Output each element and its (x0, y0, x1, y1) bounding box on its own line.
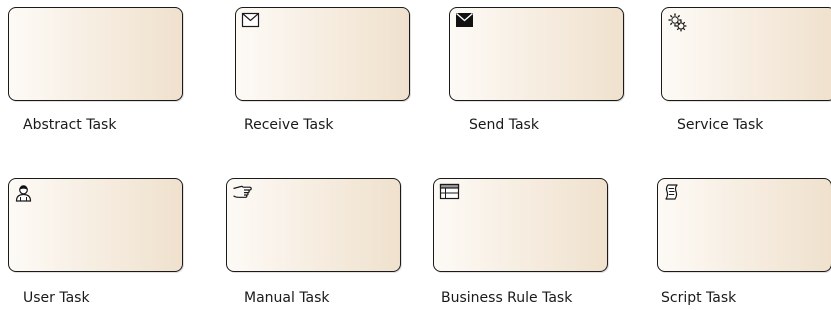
business-rule-task-shape[interactable] (433, 178, 608, 272)
hand-icon (232, 183, 252, 201)
envelope-filled-icon (455, 12, 475, 30)
script-task-shape[interactable] (657, 178, 831, 272)
script-task-label: Script Task (661, 290, 737, 306)
table-icon (439, 183, 460, 201)
abstract-task-label: Abstract Task (23, 117, 117, 133)
envelope-outline-icon (241, 12, 261, 30)
manual-task-shape[interactable] (226, 178, 401, 272)
gears-icon (667, 12, 687, 32)
manual-task-label: Manual Task (244, 290, 330, 306)
service-task-label: Service Task (677, 117, 764, 133)
business-rule-task-label: Business Rule Task (441, 290, 573, 306)
scroll-icon (663, 183, 683, 201)
receive-task-shape[interactable] (235, 7, 410, 101)
user-task-label: User Task (23, 290, 90, 306)
service-task-shape[interactable] (661, 7, 831, 101)
user-icon (14, 183, 34, 202)
user-task-shape[interactable] (8, 178, 183, 272)
send-task-label: Send Task (469, 117, 539, 133)
abstract-task-shape[interactable] (8, 7, 183, 101)
receive-task-label: Receive Task (244, 117, 334, 133)
send-task-shape[interactable] (449, 7, 624, 101)
